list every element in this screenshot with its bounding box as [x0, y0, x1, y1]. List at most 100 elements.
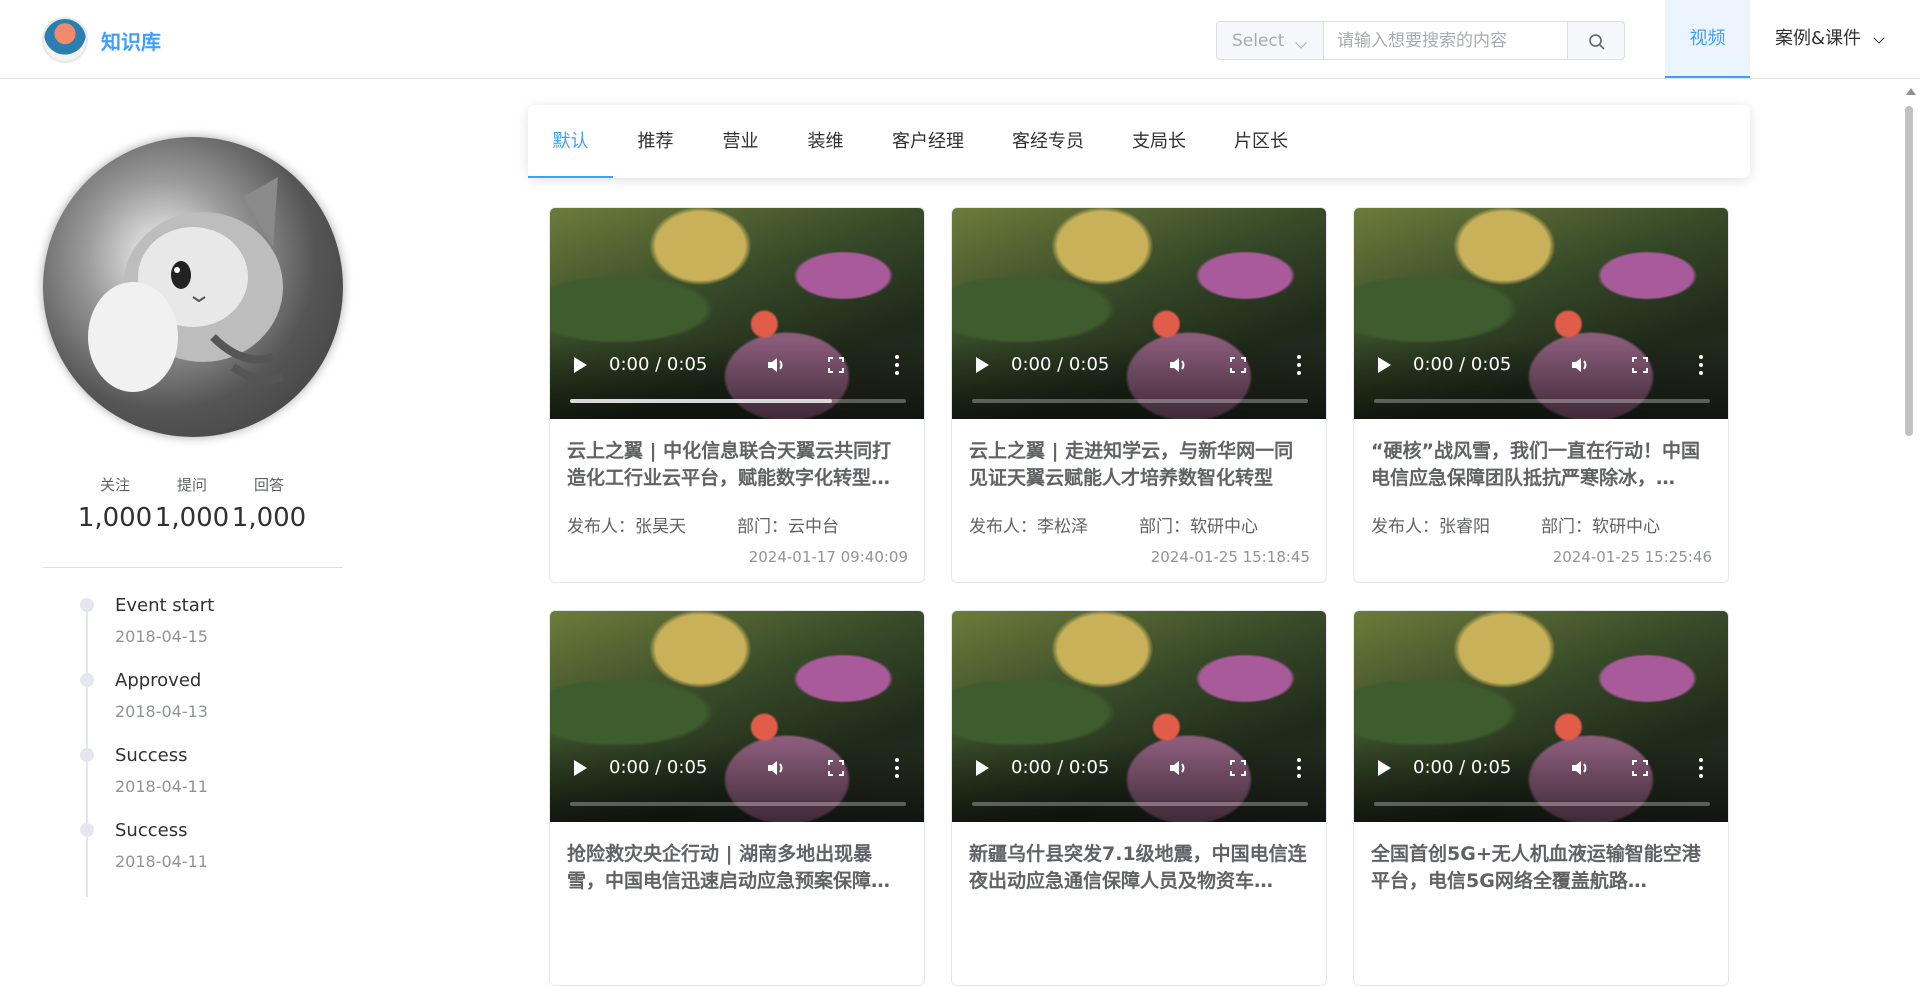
logo-icon[interactable]: [42, 17, 88, 63]
timeline-timestamp: 2018-04-13: [115, 702, 208, 721]
volume-icon[interactable]: [1570, 356, 1590, 374]
video-title[interactable]: 云上之翼 | 中化信息联合天翼云共同打造化工行业云平台，赋能数字化转型…: [567, 438, 909, 492]
volume-icon[interactable]: [1570, 759, 1590, 777]
search-icon: [1589, 34, 1605, 50]
video-time: 0:00 / 0:05: [609, 354, 708, 375]
video-progress-bar[interactable]: [972, 802, 1308, 806]
video-publisher: 发布人：李松泽: [969, 517, 1088, 537]
stat-value: 1,000: [231, 503, 307, 533]
search-button[interactable]: [1567, 21, 1625, 60]
play-icon[interactable]: [574, 760, 587, 776]
video-progress-bar[interactable]: [570, 399, 906, 403]
more-options-icon[interactable]: [1297, 758, 1301, 778]
video-player[interactable]: 0:00 / 0:05: [952, 611, 1326, 822]
search-input[interactable]: [1323, 21, 1568, 60]
video-card[interactable]: 0:00 / 0:05 云上之翼 | 走进知学云，与新华网一同见证天翼云赋能人才培…: [951, 207, 1327, 583]
stat-answers[interactable]: 回答 1,000: [229, 474, 309, 533]
timeline-content: Success: [115, 745, 188, 766]
video-time: 0:00 / 0:05: [1413, 757, 1512, 778]
top-header: 知识库 Select 视频 案例&课件: [0, 0, 1920, 79]
timeline-dot: [80, 823, 94, 837]
tab-district-head[interactable]: 片区长: [1210, 105, 1312, 178]
fullscreen-icon[interactable]: [1230, 357, 1246, 373]
video-title[interactable]: “硬核”战风雪，我们一直在行动！中国电信应急保障团队抵抗严寒除冰，…: [1371, 438, 1713, 492]
volume-icon[interactable]: [766, 356, 786, 374]
video-player[interactable]: 0:00 / 0:05: [550, 611, 924, 822]
timeline-item: Success 2018-04-11: [80, 820, 340, 895]
stat-value: 1,000: [154, 503, 230, 533]
video-card[interactable]: 0:00 / 0:05 抢险救灾央企行动 | 湖南多地出现暴雪，中国电信迅速启动应…: [549, 610, 925, 986]
scrollbar[interactable]: [1900, 80, 1920, 888]
video-date: 2024-01-17 09:40:09: [748, 548, 908, 566]
timeline-dot: [80, 598, 94, 612]
video-progress-bar[interactable]: [1374, 399, 1710, 403]
video-player[interactable]: 0:00 / 0:05: [1354, 208, 1728, 419]
video-card[interactable]: 0:00 / 0:05 新疆乌什县突发7.1级地震，中国电信连夜出动应急通信保障人…: [951, 610, 1327, 986]
video-player[interactable]: 0:00 / 0:05: [1354, 611, 1728, 822]
video-card[interactable]: 0:00 / 0:05 “硬核”战风雪，我们一直在行动！中国电信应急保障团队抵抗严…: [1353, 207, 1729, 583]
play-icon[interactable]: [574, 357, 587, 373]
tab-account-manager[interactable]: 客户经理: [868, 105, 988, 178]
search-category-select[interactable]: Select: [1216, 21, 1323, 60]
tab-default[interactable]: 默认: [528, 105, 613, 178]
tab-installation[interactable]: 装维: [783, 105, 868, 178]
video-time: 0:00 / 0:05: [1413, 354, 1512, 375]
video-title[interactable]: 新疆乌什县突发7.1级地震，中国电信连夜出动应急通信保障人员及物资车…: [969, 841, 1311, 895]
scroll-up-icon[interactable]: [1906, 88, 1916, 95]
chevron-down-icon: [1295, 37, 1307, 49]
nav-item-cases[interactable]: 案例&课件: [1751, 0, 1901, 78]
scrollbar-thumb[interactable]: [1905, 106, 1913, 436]
video-time: 0:00 / 0:05: [609, 757, 708, 778]
video-department: 部门：软研中心: [1541, 517, 1660, 537]
volume-icon[interactable]: [766, 759, 786, 777]
play-icon[interactable]: [976, 760, 989, 776]
fullscreen-icon[interactable]: [1230, 760, 1246, 776]
avatar: [43, 137, 343, 437]
fullscreen-icon[interactable]: [1632, 357, 1648, 373]
video-controls: 0:00 / 0:05: [550, 742, 924, 822]
tab-account-specialist[interactable]: 客经专员: [988, 105, 1108, 178]
timeline-content: Approved: [115, 670, 202, 691]
video-card[interactable]: 0:00 / 0:05 云上之翼 | 中化信息联合天翼云共同打造化工行业云平台，赋…: [549, 207, 925, 583]
volume-icon[interactable]: [1168, 356, 1188, 374]
video-progress-bar[interactable]: [972, 399, 1308, 403]
stat-label: 提问: [176, 476, 207, 494]
video-date: 2024-01-25 15:18:45: [1150, 548, 1310, 566]
timeline-content: Event start: [115, 595, 215, 616]
tab-business[interactable]: 营业: [698, 105, 783, 178]
video-player[interactable]: 0:00 / 0:05: [952, 208, 1326, 419]
more-options-icon[interactable]: [1699, 758, 1703, 778]
more-options-icon[interactable]: [895, 758, 899, 778]
play-icon[interactable]: [1378, 357, 1391, 373]
fullscreen-icon[interactable]: [1632, 760, 1648, 776]
stat-follow[interactable]: 关注 1,000: [75, 474, 155, 533]
video-controls: 0:00 / 0:05: [952, 339, 1326, 419]
video-title[interactable]: 抢险救灾央企行动 | 湖南多地出现暴雪，中国电信迅速启动应急预案保障…: [567, 841, 909, 895]
video-progress-bar[interactable]: [570, 802, 906, 806]
fullscreen-icon[interactable]: [828, 357, 844, 373]
nav-item-video[interactable]: 视频: [1665, 0, 1750, 78]
more-options-icon[interactable]: [895, 355, 899, 375]
nav-cases-label: 案例&课件: [1775, 28, 1862, 49]
video-publisher: 发布人：张昊天: [567, 517, 686, 537]
timeline-dot: [80, 673, 94, 687]
video-date: 2024-01-25 15:25:46: [1552, 548, 1712, 566]
stat-questions[interactable]: 提问 1,000: [152, 474, 232, 533]
video-title[interactable]: 云上之翼 | 走进知学云，与新华网一同见证天翼云赋能人才培养数智化转型: [969, 438, 1311, 492]
tab-branch-head[interactable]: 支局长: [1108, 105, 1210, 178]
app-title[interactable]: 知识库: [101, 26, 161, 55]
volume-icon[interactable]: [1168, 759, 1188, 777]
video-card[interactable]: 0:00 / 0:05 全国首创5G+无人机血液运输智能空港平台，电信5G网络全覆…: [1353, 610, 1729, 986]
play-icon[interactable]: [1378, 760, 1391, 776]
video-department: 部门：云中台: [737, 517, 839, 537]
video-controls: 0:00 / 0:05: [550, 339, 924, 419]
chevron-down-icon: [1873, 32, 1885, 44]
more-options-icon[interactable]: [1699, 355, 1703, 375]
more-options-icon[interactable]: [1297, 355, 1301, 375]
video-title[interactable]: 全国首创5G+无人机血液运输智能空港平台，电信5G网络全覆盖航路…: [1371, 841, 1713, 895]
fullscreen-icon[interactable]: [828, 760, 844, 776]
play-icon[interactable]: [976, 357, 989, 373]
video-progress-bar[interactable]: [1374, 802, 1710, 806]
video-player[interactable]: 0:00 / 0:05: [550, 208, 924, 419]
tab-recommended[interactable]: 推荐: [613, 105, 698, 178]
